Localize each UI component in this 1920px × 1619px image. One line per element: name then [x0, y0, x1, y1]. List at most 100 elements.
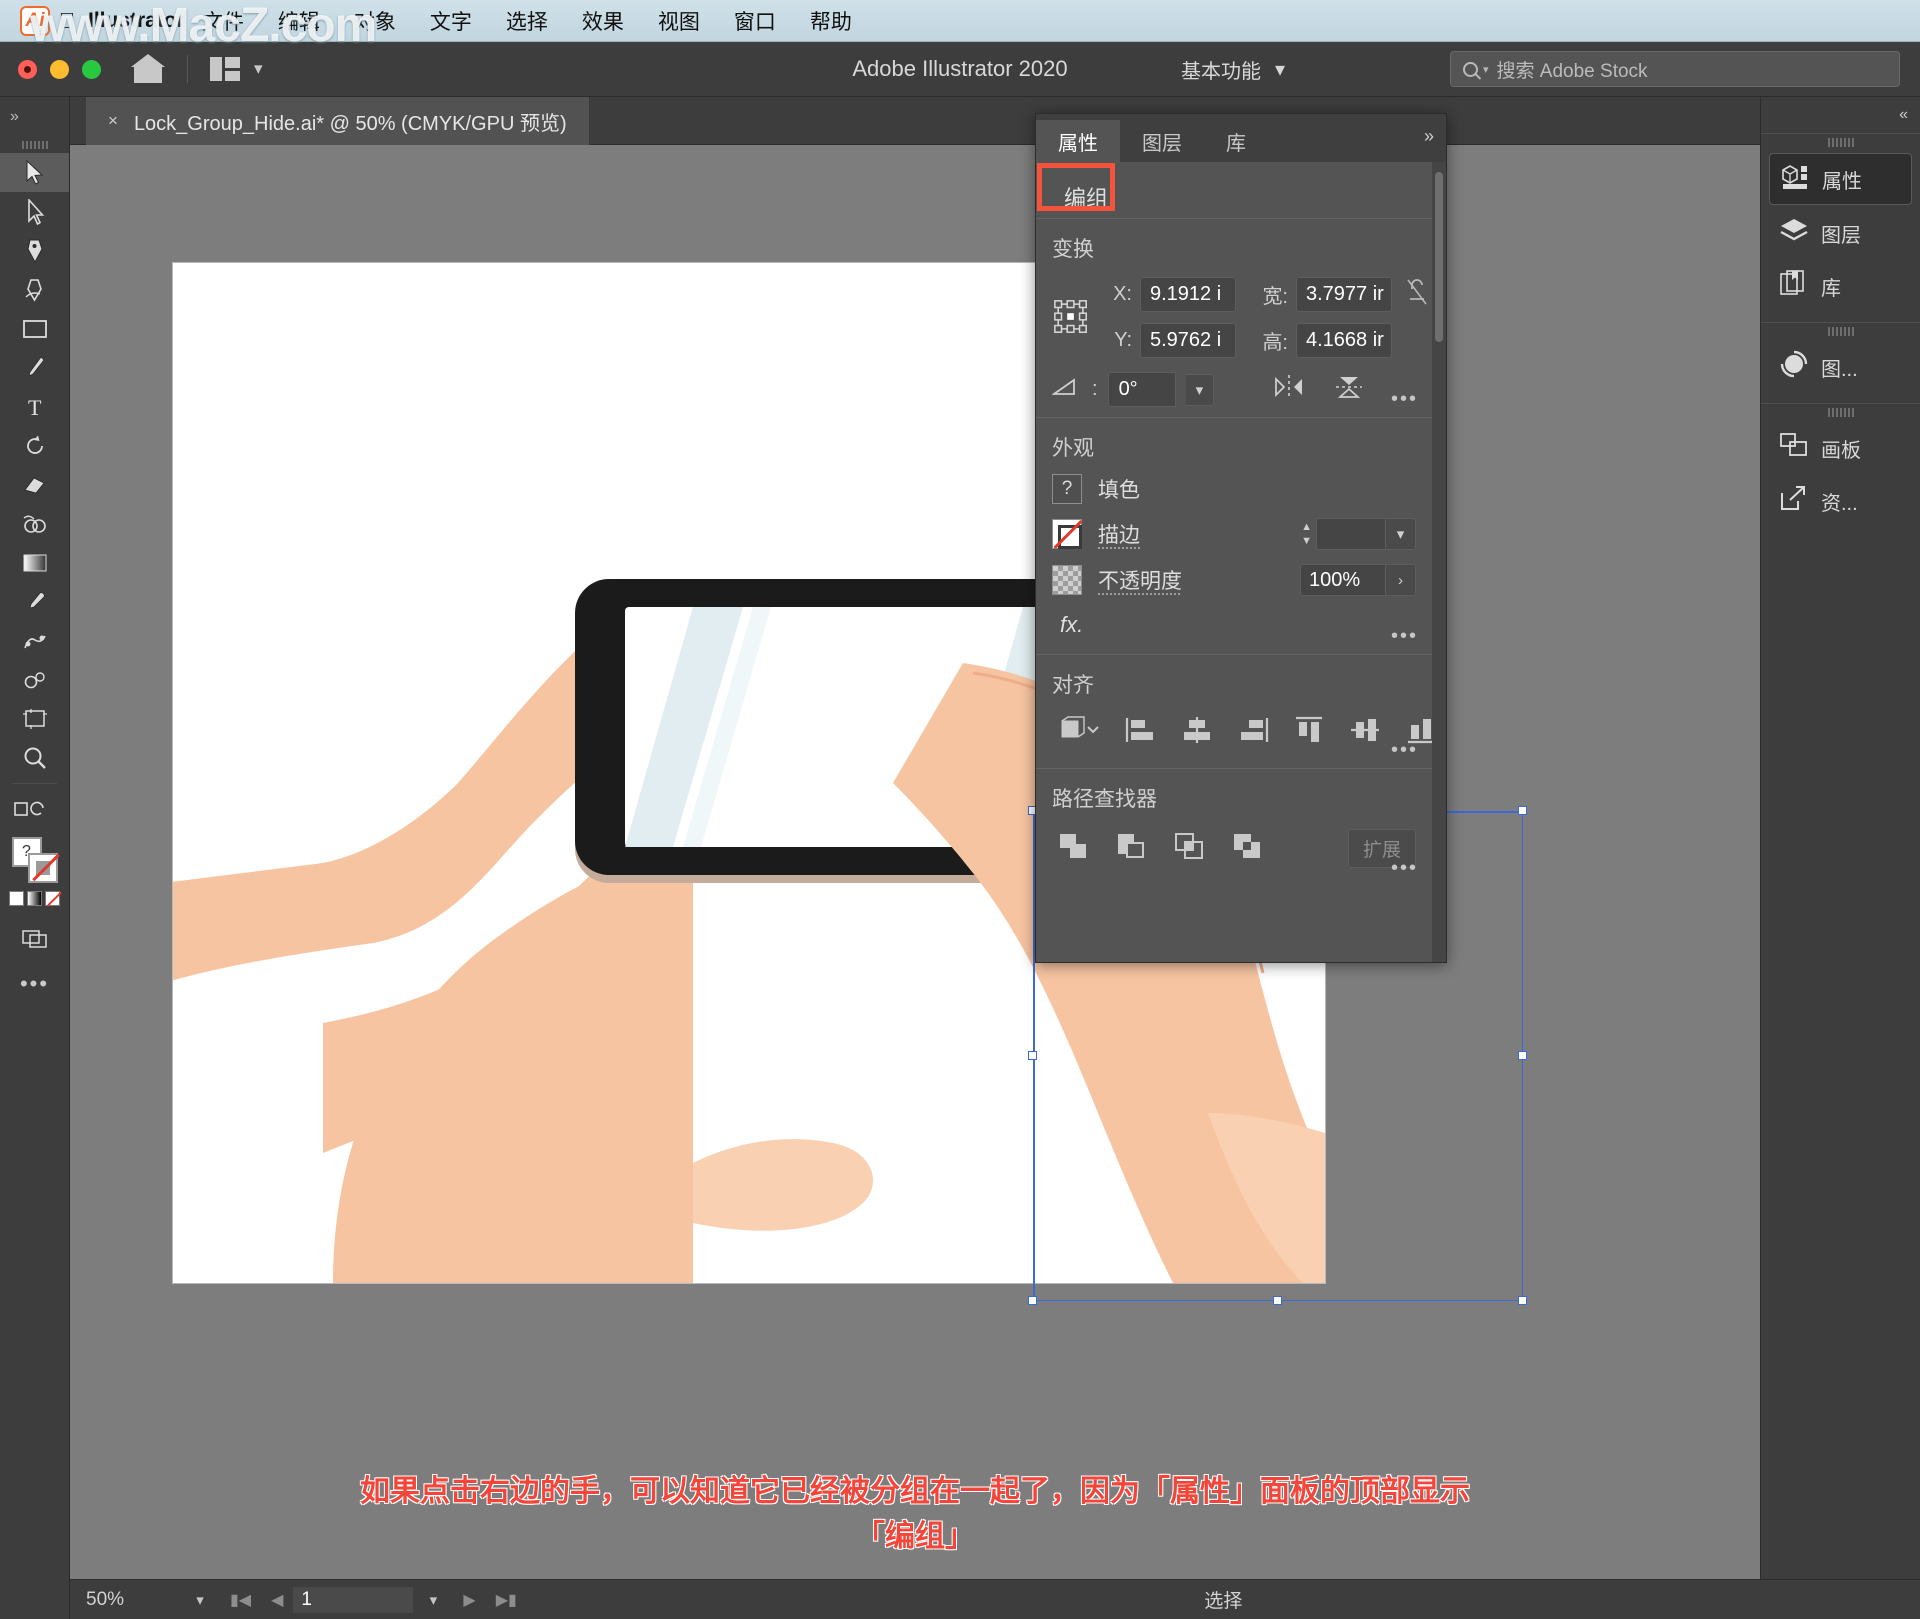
home-icon[interactable]	[131, 54, 165, 84]
canvas-area[interactable]: 如果点击右边的手，可以知道它已经被分组在一起了，因为「属性」面板的顶部显示 「编…	[70, 145, 1760, 1579]
rotation-input[interactable]: 0°	[1107, 372, 1176, 407]
appearance-more-button[interactable]: •••	[1391, 625, 1418, 648]
symbol-sprayer-tool[interactable]	[0, 660, 69, 699]
document-tab[interactable]: × Lock_Group_Hide.ai* @ 50% (CMYK/GPU 预览…	[86, 97, 590, 145]
fill-stroke-controls[interactable]: ?	[0, 837, 69, 906]
dock-grip[interactable]	[1761, 323, 1920, 339]
align-to-selection-icon[interactable]	[1056, 715, 1102, 750]
chevron-down-icon[interactable]: ▾	[254, 59, 263, 79]
width-input[interactable]: 3.7977 ir	[1296, 277, 1392, 312]
pathfinder-more-button[interactable]: •••	[1391, 857, 1418, 880]
align-horizontal-center-icon[interactable]	[1180, 715, 1214, 750]
stroke-stepper-icon[interactable]: ▲ ▼	[1301, 521, 1312, 547]
align-right-icon[interactable]	[1236, 715, 1270, 750]
minimize-window-button[interactable]	[50, 59, 69, 79]
panel-menu-icon[interactable]: »	[1424, 126, 1434, 147]
close-window-button[interactable]	[18, 59, 37, 79]
opacity-control[interactable]: 100% ›	[1300, 564, 1416, 596]
align-vertical-center-icon[interactable]	[1348, 715, 1382, 750]
edit-toolbar-icon[interactable]	[0, 790, 69, 829]
dock-item-properties[interactable]: 属性	[1769, 153, 1912, 205]
chevron-right-icon[interactable]: ›	[1386, 564, 1416, 596]
shape-builder-tool[interactable]	[0, 504, 69, 543]
maximize-window-button[interactable]	[82, 59, 101, 79]
curvature-tool[interactable]	[0, 270, 69, 309]
eyedropper-tool[interactable]	[0, 582, 69, 621]
stroke-width-control[interactable]: ▲ ▼ ▾	[1301, 518, 1416, 550]
page-nav-last[interactable]: ▶▮	[486, 1590, 527, 1610]
dock-grip[interactable]	[1761, 134, 1920, 150]
pathfinder-intersect-icon[interactable]	[1172, 830, 1208, 867]
chevron-down-icon[interactable]: ▾	[1185, 373, 1215, 406]
page-number-input[interactable]: 1	[293, 1586, 414, 1613]
eraser-tool[interactable]	[0, 465, 69, 504]
screen-mode-icon[interactable]	[0, 918, 69, 957]
color-mode-swatches[interactable]	[9, 891, 60, 906]
dock-item-asset-export[interactable]: 资...	[1769, 476, 1912, 526]
flip-vertical-icon[interactable]	[1332, 373, 1366, 406]
x-input[interactable]: 9.1912 i	[1140, 277, 1236, 312]
fx-button[interactable]: fx.	[1052, 610, 1416, 644]
fill-swatch-icon[interactable]: ?	[1052, 474, 1082, 504]
opacity-swatch-icon[interactable]	[1052, 565, 1082, 595]
arrange-documents-icon[interactable]	[210, 57, 240, 81]
color-swatch-icon[interactable]	[9, 891, 24, 906]
pen-tool[interactable]	[0, 231, 69, 270]
zoom-level-input[interactable]: 50%	[70, 1589, 180, 1611]
type-tool[interactable]: T	[0, 387, 69, 426]
rotate-tool[interactable]	[0, 426, 69, 465]
expand-toolbar-button[interactable]: »	[0, 97, 69, 137]
stroke-swatch-icon[interactable]	[1052, 519, 1082, 549]
properties-panel[interactable]: 属性 图层 库 » 编组 变换 X: 9.1912 i 宽: 3.7977 ir…	[1035, 113, 1447, 963]
toolbar-more-button[interactable]: •••	[0, 971, 69, 997]
direct-selection-tool[interactable]	[0, 192, 69, 231]
transform-more-button[interactable]: •••	[1391, 388, 1418, 411]
opacity-row[interactable]: 不透明度 100% ›	[1052, 564, 1416, 596]
menu-type[interactable]: 文字	[413, 6, 489, 36]
menu-object[interactable]: 对象	[337, 6, 413, 36]
zoom-chevron-down-icon[interactable]: ▾	[180, 1591, 220, 1609]
lock-proportions-icon[interactable]	[1406, 275, 1428, 314]
dock-grip[interactable]	[1761, 404, 1920, 420]
zoom-tool[interactable]	[0, 738, 69, 777]
close-icon[interactable]: ×	[108, 111, 118, 131]
height-input[interactable]: 4.1668 ir	[1296, 323, 1392, 358]
toolbar-grip[interactable]	[0, 137, 69, 153]
pathfinder-unite-icon[interactable]	[1056, 830, 1092, 867]
flip-horizontal-icon[interactable]	[1272, 373, 1306, 406]
workspace-switcher[interactable]: 基本功能 ▾	[1181, 55, 1285, 84]
menu-view[interactable]: 视图	[641, 6, 717, 36]
opacity-input[interactable]: 100%	[1300, 564, 1386, 596]
pathfinder-exclude-icon[interactable]	[1230, 830, 1266, 867]
stock-search-input[interactable]: ▾ 搜索 Adobe Stock	[1450, 51, 1900, 87]
tab-layers[interactable]: 图层	[1120, 120, 1204, 162]
dock-item-artboards[interactable]: 画板	[1769, 423, 1912, 473]
artboard-tool[interactable]	[0, 699, 69, 738]
tab-libraries[interactable]: 库	[1204, 120, 1268, 162]
dock-item-libraries[interactable]: 库	[1769, 261, 1912, 311]
menu-effect[interactable]: 效果	[565, 6, 641, 36]
menu-file[interactable]: 文件	[185, 6, 261, 36]
menu-edit[interactable]: 编辑	[261, 6, 337, 36]
stroke-swatch[interactable]	[27, 853, 58, 883]
menu-help[interactable]: 帮助	[793, 6, 869, 36]
chevron-down-icon[interactable]: ▾	[1386, 518, 1416, 550]
align-left-icon[interactable]	[1124, 715, 1158, 750]
y-input[interactable]: 5.9762 i	[1140, 323, 1236, 358]
dock-item-layers[interactable]: 图层	[1769, 208, 1912, 258]
pathfinder-minus-front-icon[interactable]	[1114, 830, 1150, 867]
fill-row[interactable]: ? 填色	[1052, 474, 1416, 504]
gradient-swatch-icon[interactable]	[27, 891, 42, 906]
stroke-row[interactable]: 描边 ▲ ▼ ▾	[1052, 518, 1416, 550]
menu-window[interactable]: 窗口	[717, 6, 793, 36]
selection-tool[interactable]	[0, 153, 69, 192]
none-swatch-icon[interactable]	[45, 891, 60, 906]
panel-scrollbar[interactable]	[1432, 162, 1446, 962]
align-more-button[interactable]: •••	[1391, 739, 1418, 762]
tab-properties[interactable]: 属性	[1036, 120, 1120, 162]
reference-point-icon[interactable]	[1052, 298, 1090, 336]
paintbrush-tool[interactable]	[0, 348, 69, 387]
fill-and-stroke-swatches[interactable]: ?	[11, 837, 58, 883]
page-nav-next[interactable]: ▶	[453, 1590, 485, 1610]
window-controls[interactable]	[18, 59, 101, 79]
